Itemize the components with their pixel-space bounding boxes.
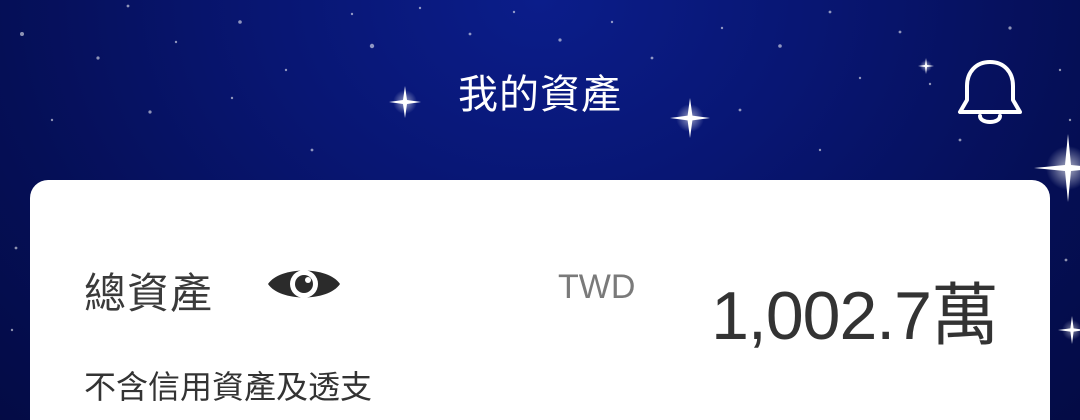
total-assets-card: 總資產 TWD 1,002.7萬 不含信用資產及透支 — [30, 180, 1050, 420]
currency-label: TWD — [558, 268, 636, 306]
eye-icon[interactable] — [266, 260, 342, 308]
header-banner: 我的資產 — [0, 0, 1080, 344]
total-assets-label: 總資產 — [84, 269, 214, 318]
page-title: 我的資產 — [458, 72, 622, 118]
total-amount: 1,002.7萬 — [711, 278, 999, 354]
assets-note: 不含信用資產及透支 — [84, 368, 373, 406]
bell-icon[interactable] — [952, 54, 1028, 130]
